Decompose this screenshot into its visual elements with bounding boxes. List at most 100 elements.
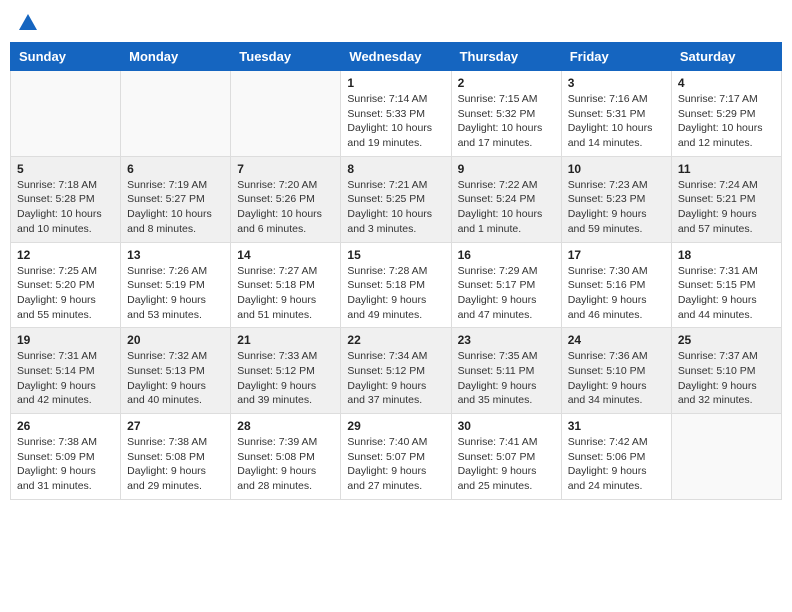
day-info: Sunrise: 7:31 AMSunset: 5:15 PMDaylight:… [678, 264, 775, 323]
logo-icon [17, 12, 39, 34]
week-row-4: 19Sunrise: 7:31 AMSunset: 5:14 PMDayligh… [11, 328, 782, 414]
day-cell: 6Sunrise: 7:19 AMSunset: 5:27 PMDaylight… [121, 156, 231, 242]
day-info: Sunrise: 7:25 AMSunset: 5:20 PMDaylight:… [17, 264, 114, 323]
day-number: 9 [458, 162, 555, 176]
day-number: 27 [127, 419, 224, 433]
day-cell: 26 Sunrise: 7:38 AMSunset: 5:09 PMDayligh… [11, 414, 121, 500]
day-cell: 13 Sunrise: 7:26 AMSunset: 5:19 PMDayligh… [121, 242, 231, 328]
day-number: 5 [17, 162, 114, 176]
day-info: Sunrise: 7:19 AMSunset: 5:27 PMDaylight:… [127, 178, 224, 237]
day-cell: 31Sunrise: 7:42 AMSunset: 5:06 PMDayligh… [561, 414, 671, 500]
day-info: Sunrise: 7:22 AMSunset: 5:24 PMDaylight:… [458, 178, 555, 237]
day-cell: 20 Sunrise: 7:32 AMSunset: 5:13 PMDayligh… [121, 328, 231, 414]
day-header-friday: Friday [561, 43, 671, 71]
day-number: 29 [347, 419, 444, 433]
day-number: 12 [17, 248, 114, 262]
day-number: 25 [678, 333, 775, 347]
day-cell: 23 Sunrise: 7:35 AMSunset: 5:11 PMDayligh… [451, 328, 561, 414]
calendar-body: 1 Sunrise: 7:14 AMSunset: 5:33 PMDaylight… [11, 71, 782, 500]
day-number: 14 [237, 248, 334, 262]
day-cell [231, 71, 341, 157]
day-cell: 4Sunrise: 7:17 AMSunset: 5:29 PMDaylight… [671, 71, 781, 157]
day-info: Sunrise: 7:17 AMSunset: 5:29 PMDaylight:… [678, 92, 775, 151]
day-cell: 7Sunrise: 7:20 AMSunset: 5:26 PMDaylight… [231, 156, 341, 242]
day-cell: 24 Sunrise: 7:36 AMSunset: 5:10 PMDayligh… [561, 328, 671, 414]
day-cell: 18Sunrise: 7:31 AMSunset: 5:15 PMDayligh… [671, 242, 781, 328]
day-cell: 8 Sunrise: 7:21 AMSunset: 5:25 PMDaylight… [341, 156, 451, 242]
day-header-sunday: Sunday [11, 43, 121, 71]
day-number: 13 [127, 248, 224, 262]
day-info: Sunrise: 7:15 AMSunset: 5:32 PMDaylight:… [458, 92, 555, 151]
day-cell: 2 Sunrise: 7:15 AMSunset: 5:32 PMDaylight… [451, 71, 561, 157]
day-info: Sunrise: 7:38 AMSunset: 5:09 PMDaylight:… [17, 435, 114, 494]
day-info: Sunrise: 7:16 AMSunset: 5:31 PMDaylight:… [568, 92, 665, 151]
day-header-tuesday: Tuesday [231, 43, 341, 71]
day-info: Sunrise: 7:32 AMSunset: 5:13 PMDaylight:… [127, 349, 224, 408]
day-info: Sunrise: 7:39 AMSunset: 5:08 PMDaylight:… [237, 435, 334, 494]
day-info: Sunrise: 7:24 AMSunset: 5:21 PMDaylight:… [678, 178, 775, 237]
day-cell: 22 Sunrise: 7:34 AMSunset: 5:12 PMDayligh… [341, 328, 451, 414]
day-number: 7 [237, 162, 334, 176]
day-header-wednesday: Wednesday [341, 43, 451, 71]
day-number: 15 [347, 248, 444, 262]
day-cell: 30Sunrise: 7:41 AMSunset: 5:07 PMDayligh… [451, 414, 561, 500]
day-cell [11, 71, 121, 157]
day-number: 11 [678, 162, 775, 176]
day-info: Sunrise: 7:36 AMSunset: 5:10 PMDaylight:… [568, 349, 665, 408]
day-number: 10 [568, 162, 665, 176]
day-cell: 16Sunrise: 7:29 AMSunset: 5:17 PMDayligh… [451, 242, 561, 328]
day-header-thursday: Thursday [451, 43, 561, 71]
day-number: 20 [127, 333, 224, 347]
day-info: Sunrise: 7:29 AMSunset: 5:17 PMDaylight:… [458, 264, 555, 323]
header [10, 10, 782, 34]
day-cell: 3 Sunrise: 7:16 AMSunset: 5:31 PMDaylight… [561, 71, 671, 157]
day-cell: 14 Sunrise: 7:27 AMSunset: 5:18 PMDayligh… [231, 242, 341, 328]
logo [16, 14, 39, 30]
day-info: Sunrise: 7:30 AMSunset: 5:16 PMDaylight:… [568, 264, 665, 323]
week-row-3: 12 Sunrise: 7:25 AMSunset: 5:20 PMDayligh… [11, 242, 782, 328]
day-number: 26 [17, 419, 114, 433]
day-info: Sunrise: 7:21 AMSunset: 5:25 PMDaylight:… [347, 178, 444, 237]
day-info: Sunrise: 7:40 AMSunset: 5:07 PMDaylight:… [347, 435, 444, 494]
day-cell: 27Sunrise: 7:38 AMSunset: 5:08 PMDayligh… [121, 414, 231, 500]
day-cell: 9 Sunrise: 7:22 AMSunset: 5:24 PMDaylight… [451, 156, 561, 242]
day-info: Sunrise: 7:33 AMSunset: 5:12 PMDaylight:… [237, 349, 334, 408]
day-info: Sunrise: 7:23 AMSunset: 5:23 PMDaylight:… [568, 178, 665, 237]
day-cell: 21 Sunrise: 7:33 AMSunset: 5:12 PMDayligh… [231, 328, 341, 414]
day-info: Sunrise: 7:37 AMSunset: 5:10 PMDaylight:… [678, 349, 775, 408]
day-number: 1 [347, 76, 444, 90]
day-cell: 17Sunrise: 7:30 AMSunset: 5:16 PMDayligh… [561, 242, 671, 328]
day-info: Sunrise: 7:34 AMSunset: 5:12 PMDaylight:… [347, 349, 444, 408]
day-info: Sunrise: 7:26 AMSunset: 5:19 PMDaylight:… [127, 264, 224, 323]
logo-text [16, 14, 39, 34]
day-header-monday: Monday [121, 43, 231, 71]
day-cell: 29 Sunrise: 7:40 AMSunset: 5:07 PMDayligh… [341, 414, 451, 500]
day-number: 23 [458, 333, 555, 347]
day-number: 21 [237, 333, 334, 347]
calendar-table: SundayMondayTuesdayWednesdayThursdayFrid… [10, 42, 782, 500]
day-cell: 15Sunrise: 7:28 AMSunset: 5:18 PMDayligh… [341, 242, 451, 328]
day-number: 22 [347, 333, 444, 347]
day-cell: 12 Sunrise: 7:25 AMSunset: 5:20 PMDayligh… [11, 242, 121, 328]
day-cell: 5Sunrise: 7:18 AMSunset: 5:28 PMDaylight… [11, 156, 121, 242]
day-info: Sunrise: 7:27 AMSunset: 5:18 PMDaylight:… [237, 264, 334, 323]
day-cell: 10 Sunrise: 7:23 AMSunset: 5:23 PMDayligh… [561, 156, 671, 242]
page: SundayMondayTuesdayWednesdayThursdayFrid… [0, 0, 792, 510]
day-number: 24 [568, 333, 665, 347]
day-info: Sunrise: 7:35 AMSunset: 5:11 PMDaylight:… [458, 349, 555, 408]
day-number: 2 [458, 76, 555, 90]
day-cell: 1 Sunrise: 7:14 AMSunset: 5:33 PMDaylight… [341, 71, 451, 157]
day-number: 31 [568, 419, 665, 433]
week-row-2: 5Sunrise: 7:18 AMSunset: 5:28 PMDaylight… [11, 156, 782, 242]
day-header-row: SundayMondayTuesdayWednesdayThursdayFrid… [11, 43, 782, 71]
day-number: 8 [347, 162, 444, 176]
day-cell: 11 Sunrise: 7:24 AMSunset: 5:21 PMDayligh… [671, 156, 781, 242]
calendar-header: SundayMondayTuesdayWednesdayThursdayFrid… [11, 43, 782, 71]
day-number: 30 [458, 419, 555, 433]
day-cell [671, 414, 781, 500]
day-info: Sunrise: 7:31 AMSunset: 5:14 PMDaylight:… [17, 349, 114, 408]
day-info: Sunrise: 7:14 AMSunset: 5:33 PMDaylight:… [347, 92, 444, 151]
day-header-saturday: Saturday [671, 43, 781, 71]
day-cell: 28Sunrise: 7:39 AMSunset: 5:08 PMDayligh… [231, 414, 341, 500]
day-number: 3 [568, 76, 665, 90]
